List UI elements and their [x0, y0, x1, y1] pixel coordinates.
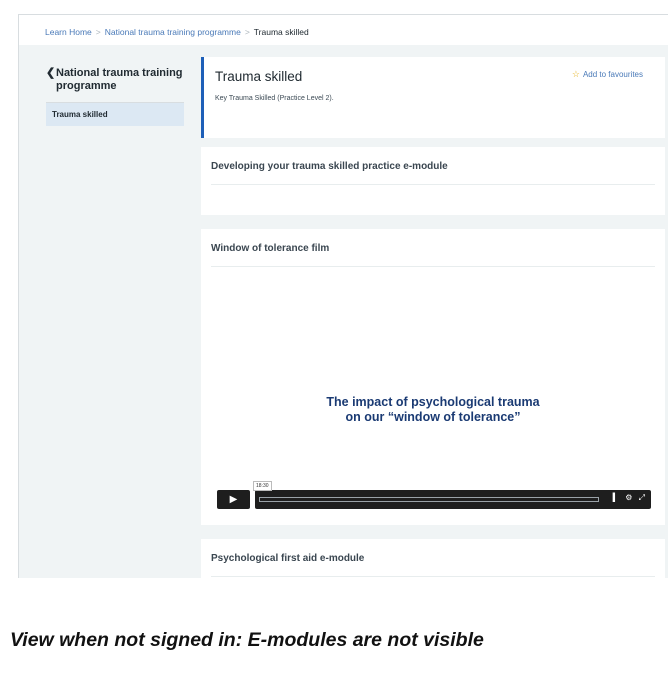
breadcrumb: Learn Home > National trauma training prog…: [45, 27, 309, 37]
breadcrumb-current: Trauma skilled: [253, 27, 309, 37]
video-caption-line: The impact of psychological trauma: [326, 395, 540, 409]
star-icon: ☆: [571, 69, 580, 79]
divider: [211, 184, 655, 185]
page-subtitle: Key Trauma Skilled (Practice Level 2).: [215, 95, 334, 102]
module-title[interactable]: Developing your trauma skilled practice …: [211, 161, 448, 172]
sidebar-item-trauma-skilled[interactable]: Trauma skilled: [46, 103, 184, 126]
play-icon: ▶: [229, 494, 238, 505]
video-caption-line: on our “window of tolerance”: [345, 410, 521, 424]
sidebar-back-link[interactable]: ❮ National trauma training programme: [46, 67, 184, 103]
sidebar: ❮ National trauma training programme Tra…: [46, 67, 186, 126]
gear-icon[interactable]: ⚙: [625, 493, 634, 502]
play-button[interactable]: ▶: [217, 490, 250, 509]
divider: [211, 576, 655, 577]
page-frame: Learn Home > National trauma training prog…: [18, 14, 668, 578]
breadcrumb-national-trauma[interactable]: National trauma training programme: [105, 27, 241, 37]
breadcrumb-separator: >: [244, 27, 250, 37]
video-timeline[interactable]: ▍ ⚙ ⤢: [255, 490, 651, 509]
volume-icon[interactable]: ▍: [613, 493, 621, 502]
page-header-panel: Trauma skilled Key Trauma Skilled (Pract…: [201, 57, 665, 138]
video-caption: The impact of psychological trauma on ou…: [211, 395, 655, 425]
video-time-badge: 18:30: [253, 481, 272, 491]
chevron-left-icon: ❮: [46, 67, 56, 79]
progress-track[interactable]: [259, 497, 599, 502]
module-card: Developing your trauma skilled practice …: [201, 147, 665, 215]
page-title: Trauma skilled: [215, 69, 303, 84]
fullscreen-icon[interactable]: ⤢: [639, 493, 647, 502]
breadcrumb-learn-home[interactable]: Learn Home: [45, 27, 92, 37]
breadcrumb-separator: >: [95, 27, 101, 37]
sidebar-item-label: Trauma skilled: [52, 110, 108, 119]
module-title[interactable]: Window of tolerance film: [211, 243, 329, 254]
video-player[interactable]: The impact of psychological trauma on ou…: [211, 267, 655, 517]
module-card: Window of tolerance film The impact of p…: [201, 229, 665, 525]
add-to-favourites-button[interactable]: ☆ Add to favourites: [572, 69, 643, 80]
video-controls: ▶ ▍ ⚙ ⤢ 18:30: [217, 481, 651, 509]
annotation-note: View when not signed in: E-modules are n…: [10, 629, 484, 651]
add-to-favourites-label: Add to favourites: [582, 70, 643, 79]
module-card: Psychological first aid e-module: [201, 539, 665, 578]
module-title[interactable]: Psychological first aid e-module: [211, 553, 364, 564]
sidebar-back-label: National trauma training programme: [56, 67, 183, 92]
video-control-icons: ▍ ⚙ ⤢: [613, 493, 647, 503]
